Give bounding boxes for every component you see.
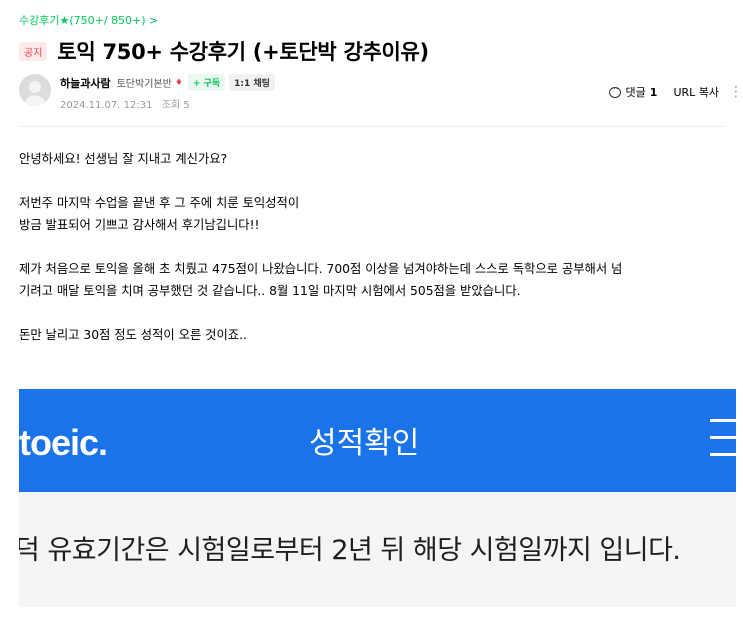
paragraph: 돈만 날리고 30점 정도 성적이 오른 것이죠..	[19, 324, 731, 346]
score-check-heading: 성적확인	[309, 426, 420, 461]
author-line: 하늘과사람 토단박기본반 ♦ + 구독 1:1 채팅	[60, 74, 275, 91]
notice-badge: 공지	[19, 41, 48, 61]
carrot-icon: ♦	[174, 77, 183, 88]
comment-icon	[608, 82, 621, 98]
post-title-row: 공지 토익 750+ 수강후기 (+토단박 강추이유)	[19, 36, 429, 66]
comment-label: 댓글	[625, 86, 646, 99]
validity-notice-band: 덕 유효기간은 시험일로부터 2년 뒤 해당 시험일까지 입니다.	[19, 492, 736, 607]
validity-notice: 덕 유효기간은 시험일로부터 2년 뒤 해당 시험일까지 입니다.	[19, 535, 681, 566]
comment-count: 1	[649, 85, 658, 99]
paragraph: 안녕하세요! 선생님 잘 지내고 계신가요?	[19, 148, 731, 170]
avatar-head	[29, 81, 41, 93]
post-meta: 2024.11.07. 12:31 조회 5	[60, 96, 275, 111]
toeic-header: toeic. 성적확인	[19, 389, 736, 492]
embedded-score-screenshot[interactable]: toeic. 성적확인 덕 유효기간은 시험일로부터 2년 뒤 해당 시험일까지…	[19, 389, 736, 607]
menu-icon	[710, 419, 736, 459]
author-level: 토단박기본반	[116, 79, 172, 90]
paragraph-text: 안녕하세요! 선생님 잘 지내고 계신가요?	[19, 152, 228, 166]
post-actions: 댓글 1 URL 복사 ⋮	[608, 82, 743, 100]
author-info: 하늘과사람 토단박기본반 ♦ + 구독 1:1 채팅 2024.11.07. 1…	[60, 74, 275, 111]
post-title: 토익 750+ 수강후기 (+토단박 강추이유)	[57, 40, 429, 64]
breadcrumb[interactable]: 수강후기★(750+/ 850+) >	[19, 12, 158, 28]
post-date: 2024.11.07. 12:31	[60, 100, 153, 111]
divider	[19, 126, 724, 127]
comment-button[interactable]: 댓글 1	[608, 82, 658, 100]
paragraph-text: 돈만 날리고 30점 정도 성적이 오른 것이죠..	[19, 328, 247, 342]
subscribe-button[interactable]: + 구독	[187, 74, 226, 91]
more-vertical-icon[interactable]: ⋮	[729, 84, 743, 100]
view-count: 조회 5	[161, 100, 190, 111]
paragraph: 제가 처음으로 토익을 올해 초 치뤘고 475점이 나왔습니다. 700점 이…	[19, 258, 731, 302]
paragraph: 저번주 마지막 수업을 끝낸 후 그 주에 치룬 토익성적이 방금 발표되어 기…	[19, 192, 731, 236]
author-row: 하늘과사람 토단박기본반 ♦ + 구독 1:1 채팅 2024.11.07. 1…	[19, 72, 743, 112]
toeic-logo: toeic.	[19, 422, 108, 463]
author-name[interactable]: 하늘과사람	[60, 75, 111, 91]
avatar-body	[24, 95, 46, 106]
post-body: 안녕하세요! 선생님 잘 지내고 계신가요? 저번주 마지막 수업을 끝낸 후 …	[19, 148, 731, 368]
url-copy-button[interactable]: URL 복사	[673, 84, 719, 100]
paragraph-text: 저번주 마지막 수업을 끝낸 후 그 주에 치룬 토익성적이 방금 발표되어 기…	[19, 196, 300, 232]
avatar[interactable]	[19, 74, 51, 106]
paragraph-text: 제가 처음으로 토익을 올해 초 치뤘고 475점이 나왔습니다. 700점 이…	[19, 262, 623, 298]
chat-button[interactable]: 1:1 채팅	[229, 74, 275, 91]
